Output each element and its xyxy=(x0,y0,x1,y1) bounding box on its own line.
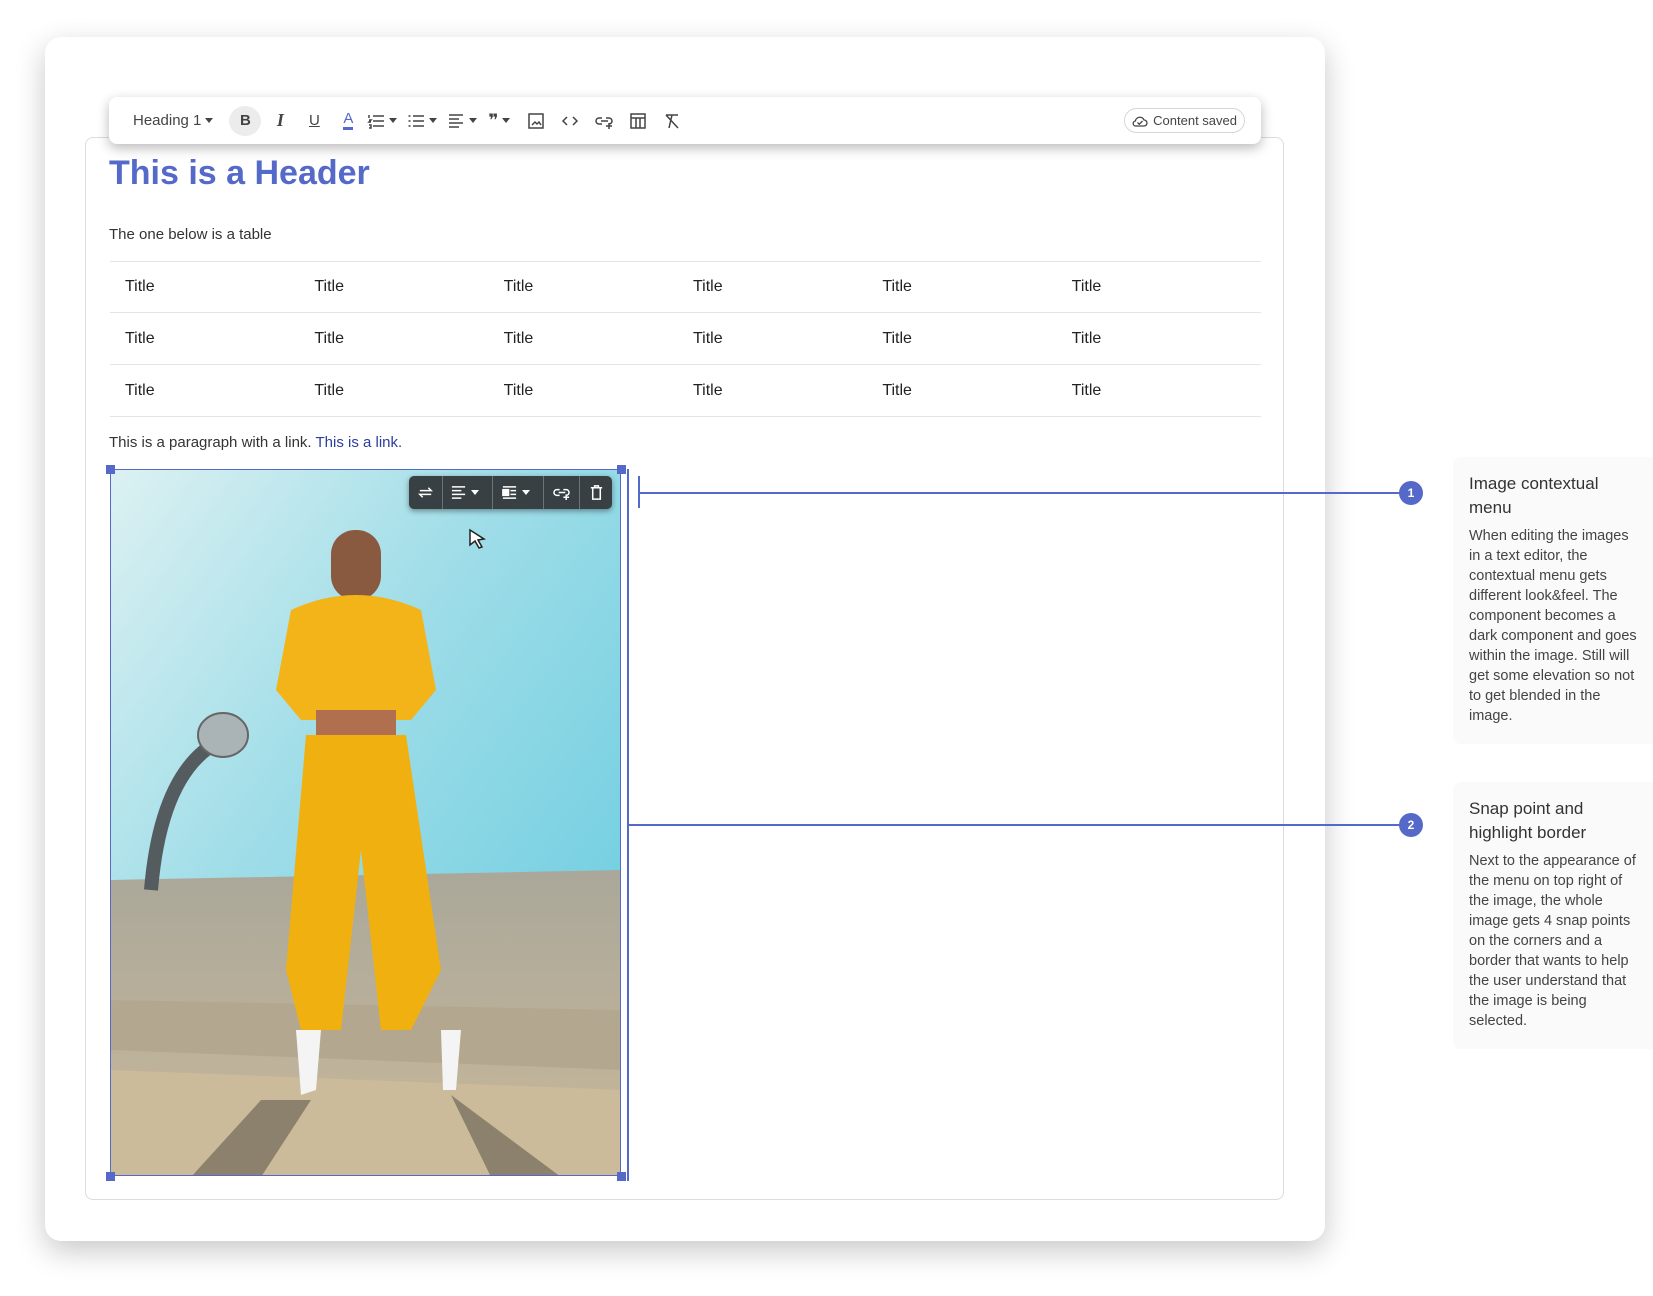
chevron-down-icon xyxy=(205,118,214,123)
delete-image-button[interactable] xyxy=(580,476,612,509)
bullet-list-button[interactable] xyxy=(407,106,443,136)
annotation-marker-1: 1 xyxy=(1399,481,1423,505)
formatting-toolbar: Heading 1 B I U A ❞ Content saved xyxy=(109,97,1261,144)
paragraph: This is a paragraph with a link. This is… xyxy=(109,434,403,451)
link-icon xyxy=(595,116,614,129)
table-cell[interactable]: Title xyxy=(504,382,693,400)
bullet-list-icon xyxy=(408,114,425,127)
table-cell[interactable]: Title xyxy=(693,330,882,348)
image-link-button[interactable] xyxy=(544,476,580,509)
snap-point-top-left[interactable] xyxy=(106,465,115,474)
annotation-card-1: Image contextual menu When editing the i… xyxy=(1453,457,1653,744)
link-button[interactable] xyxy=(589,106,619,136)
annotation-body: When editing the images in a text editor… xyxy=(1469,528,1637,724)
delete-icon xyxy=(590,485,602,500)
table-cell[interactable]: Title xyxy=(882,278,1071,296)
table-cell[interactable]: Title xyxy=(882,382,1071,400)
text-color-button[interactable]: A xyxy=(333,106,363,136)
table-cell[interactable]: Title xyxy=(693,278,882,296)
table-cell[interactable]: Title xyxy=(314,330,503,348)
swap-image-button[interactable] xyxy=(409,476,443,509)
table-cell[interactable]: Title xyxy=(314,382,503,400)
snap-point-top-right[interactable] xyxy=(617,465,626,474)
clear-format-icon xyxy=(665,113,679,129)
annotation-body: Next to the appearance of the menu on to… xyxy=(1469,853,1636,1029)
table-cell[interactable]: Title xyxy=(125,330,314,348)
italic-button[interactable]: I xyxy=(265,106,295,136)
image-button[interactable] xyxy=(521,106,551,136)
table-row: Title Title Title Title Title Title xyxy=(110,261,1261,313)
table-cell[interactable]: Title xyxy=(882,330,1071,348)
italic-icon: I xyxy=(276,110,284,130)
table-cell[interactable]: Title xyxy=(1072,278,1261,296)
selected-image[interactable] xyxy=(110,469,621,1176)
table-cell[interactable]: Title xyxy=(504,330,693,348)
quote-icon: ❞ xyxy=(488,110,499,130)
align-button[interactable] xyxy=(447,106,483,136)
text-color-icon: A xyxy=(343,111,354,130)
code-button[interactable] xyxy=(555,106,585,136)
align-icon xyxy=(449,113,464,128)
table-cell[interactable]: Title xyxy=(125,382,314,400)
align-icon xyxy=(451,486,466,499)
bold-button[interactable]: B xyxy=(229,105,262,136)
annotation-marker-2: 2 xyxy=(1399,813,1423,837)
table-cell[interactable]: Title xyxy=(1072,330,1261,348)
table-icon xyxy=(630,112,647,129)
inline-link[interactable]: This is a link. xyxy=(316,434,403,451)
underline-button[interactable]: U xyxy=(299,106,329,136)
table-row: Title Title Title Title Title Title xyxy=(110,365,1261,417)
image-icon xyxy=(528,112,545,129)
table-cell[interactable]: Title xyxy=(1072,382,1261,400)
chevron-down-icon xyxy=(389,118,398,123)
wrap-icon xyxy=(501,486,516,499)
table-cell[interactable]: Title xyxy=(314,278,503,296)
chevron-down-icon xyxy=(469,118,478,123)
ordered-list-icon xyxy=(367,114,385,129)
table-cell[interactable]: Title xyxy=(504,278,693,296)
content-table: Title Title Title Title Title Title Title Title… xyxy=(110,261,1261,417)
chevron-down-icon xyxy=(471,490,479,495)
table-row: Title Title Title Title Title Title xyxy=(110,313,1261,365)
annotation-title: Image contextual menu xyxy=(1469,474,1599,517)
cloud-check-icon xyxy=(1132,116,1148,127)
table-cell[interactable]: Title xyxy=(125,278,314,296)
code-icon xyxy=(562,115,579,126)
ordered-list-button[interactable] xyxy=(367,106,403,136)
style-select[interactable]: Heading 1 xyxy=(133,106,219,136)
chevron-down-icon xyxy=(429,118,438,123)
image-contextual-menu xyxy=(409,476,612,509)
mouse-cursor-icon xyxy=(469,528,487,549)
annotation-tick-1 xyxy=(638,476,640,508)
intro-text: The one below is a table xyxy=(109,226,272,243)
clear-format-button[interactable] xyxy=(657,106,687,136)
snap-point-bottom-right[interactable] xyxy=(617,1172,626,1181)
link-icon xyxy=(553,488,570,501)
photo-woman-yellow-tracksuit xyxy=(111,470,620,1175)
chevron-down-icon xyxy=(502,118,511,123)
quote-button[interactable]: ❞ xyxy=(487,106,517,136)
underline-icon: U xyxy=(308,112,320,129)
annotation-line-2 xyxy=(628,824,1402,826)
save-status-badge: Content saved xyxy=(1124,108,1245,133)
table-button[interactable] xyxy=(623,106,653,136)
snap-point-bottom-left[interactable] xyxy=(106,1172,115,1181)
image-align-button[interactable] xyxy=(443,476,493,509)
bold-icon: B xyxy=(239,112,251,129)
annotation-line-1 xyxy=(639,492,1402,494)
image-wrap-button[interactable] xyxy=(493,476,544,509)
annotation-title: Snap point and highlight border xyxy=(1469,799,1587,842)
annotation-card-2: Snap point and highlight border Next to … xyxy=(1453,782,1653,1049)
table-cell[interactable]: Title xyxy=(693,382,882,400)
swap-icon xyxy=(418,487,433,498)
chevron-down-icon xyxy=(521,490,530,495)
page-heading: This is a Header xyxy=(109,154,370,192)
